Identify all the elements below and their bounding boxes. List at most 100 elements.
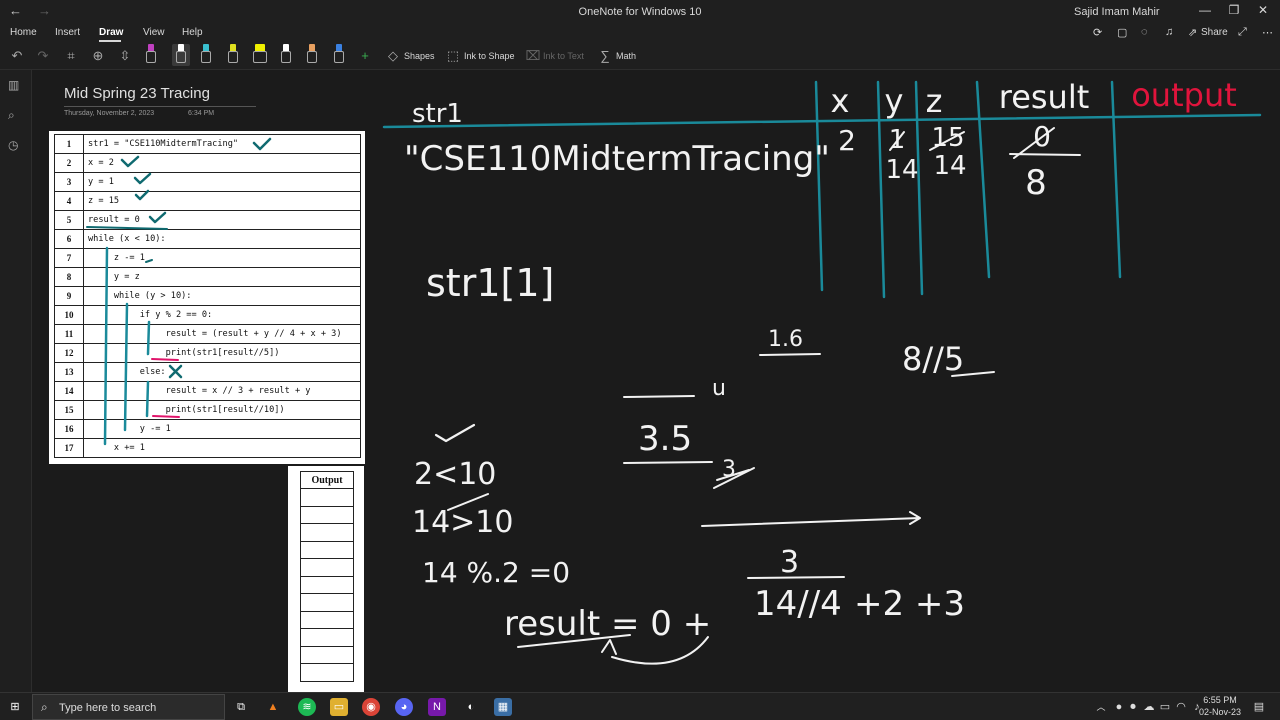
ink-col-y: y — [885, 82, 904, 120]
chrome-icon[interactable]: ◉ — [362, 698, 380, 716]
code-row: 4z = 15 — [54, 191, 361, 211]
add-space-icon[interactable]: ⊕ — [89, 48, 107, 64]
code-row: 12 print(str1[result//5]) — [54, 343, 361, 363]
output-cell — [300, 593, 354, 612]
tab-draw[interactable]: Draw — [99, 27, 123, 38]
notification-icon[interactable]: ▤ — [1250, 698, 1268, 716]
output-cell — [300, 610, 354, 629]
code-line: result = (result + y // 4 + x + 3) — [83, 324, 361, 344]
title-underline — [64, 106, 256, 107]
var-table-vline — [914, 80, 924, 296]
vlc-icon[interactable]: ▲ — [264, 698, 282, 716]
output-cell — [300, 558, 354, 577]
pen-blue[interactable] — [333, 44, 345, 66]
ink-frac-16: 1.6 — [768, 327, 803, 352]
strike-result — [1013, 127, 1055, 159]
ink-to-shape-icon[interactable]: ⬚ — [444, 48, 462, 64]
output-row — [300, 593, 354, 612]
recent-icon[interactable]: ◷ — [8, 138, 18, 152]
ink-to-shape-button[interactable]: Ink to Shape — [464, 51, 515, 61]
frac-line — [951, 371, 995, 377]
math-icon[interactable]: ∑ — [596, 48, 614, 63]
add-pen-icon[interactable]: + — [356, 48, 374, 63]
tab-insert[interactable]: Insert — [55, 27, 80, 38]
line-number: 8 — [54, 267, 84, 287]
pen-cyan[interactable] — [200, 44, 212, 66]
eraser-icon[interactable]: ⇳ — [116, 48, 134, 64]
close-button[interactable]: ✕ — [1248, 3, 1278, 17]
tab-home[interactable]: Home — [10, 27, 37, 38]
ink-cond2: 14>10 — [412, 505, 513, 540]
pen-yellow[interactable] — [227, 44, 239, 66]
code-line: print(str1[result//10]) — [83, 400, 361, 420]
pen-white-selected[interactable] — [172, 44, 190, 66]
search-icon[interactable]: ⌕ — [8, 108, 15, 123]
lasso-select-icon[interactable]: ⌗ — [62, 48, 80, 64]
restore-button[interactable]: ❐ — [1219, 3, 1249, 17]
code-line: y -= 1 — [83, 419, 361, 439]
ink-to-text-icon[interactable]: ⌧ — [524, 48, 542, 64]
pen-purple[interactable] — [145, 44, 157, 66]
line-number: 3 — [54, 172, 84, 192]
page-canvas[interactable]: Mid Spring 23 Tracing Thursday, November… — [32, 70, 1280, 692]
lightbulb-icon[interactable]: ◌ — [1141, 26, 1148, 38]
tab-view[interactable]: View — [143, 27, 165, 38]
output-cell — [300, 540, 354, 559]
shapes-icon[interactable]: ◇ — [384, 48, 402, 64]
taskbar-search[interactable]: ⌕ Type here to search — [32, 694, 225, 720]
pen-orange[interactable] — [306, 44, 318, 66]
notebooks-icon[interactable]: ▥ — [8, 78, 19, 92]
output-image[interactable]: Output — [288, 466, 364, 692]
output-cell — [300, 645, 354, 664]
sync-icon[interactable]: ⟳ — [1093, 26, 1102, 39]
code-row: 6 while (x < 10): — [54, 229, 361, 249]
share-button[interactable]: Share — [1201, 27, 1228, 38]
discord-icon[interactable]: ◕ — [395, 698, 413, 716]
task-view-icon[interactable]: ⧉ — [232, 698, 250, 716]
minimize-button[interactable]: — — [1190, 3, 1220, 17]
ribbon-tabs: Home Insert Draw View Help ⟳ ▢ ◌ ♫ ⇗ Sha… — [0, 24, 1280, 42]
app-icon[interactable]: ◐ — [462, 698, 480, 716]
line-number: 7 — [54, 248, 84, 268]
taskbar: ⊞ ⌕ Type here to search ⧉ ▲ ≋ ▭ ◉ ◕ N ◐ … — [0, 692, 1280, 720]
line-number: 12 — [54, 343, 84, 363]
ink-to-text-button[interactable]: Ink to Text — [543, 51, 584, 61]
check-mark-ink — [434, 423, 476, 443]
code-row: 1 str1 = "CSE110MidtermTracing" — [54, 134, 361, 154]
page-title[interactable]: Mid Spring 23 Tracing — [64, 85, 210, 102]
tray-chevron-icon[interactable]: ︿ — [1092, 698, 1110, 716]
file-explorer-icon[interactable]: ▭ — [330, 698, 348, 716]
tray-date[interactable]: 02-Nov-23 — [1198, 707, 1242, 717]
feedback-icon[interactable]: ▢ — [1117, 26, 1127, 39]
code-row: 15 print(str1[result//10]) — [54, 400, 361, 420]
arrow-right — [701, 511, 921, 527]
bell-icon[interactable]: ♫ — [1165, 26, 1173, 38]
code-image[interactable]: 1 str1 = "CSE110MidtermTracing" 2 x = 23y =… — [49, 131, 365, 464]
pen-white[interactable] — [280, 44, 292, 66]
tray-time[interactable]: 6:55 PM — [1198, 695, 1242, 705]
shapes-button[interactable]: Shapes — [404, 51, 435, 61]
line-number: 1 — [54, 134, 84, 154]
highlighter-yellow[interactable] — [252, 44, 268, 66]
output-row — [300, 575, 354, 594]
code-row: 14 result = x // 3 + result + y — [54, 381, 361, 401]
spotify-icon[interactable]: ≋ — [298, 698, 316, 716]
calculator-icon[interactable]: ▦ — [494, 698, 512, 716]
search-input[interactable]: Type here to search — [59, 702, 156, 714]
expand-icon[interactable]: ⤢ — [1238, 26, 1247, 39]
code-line: if y % 2 == 0: — [83, 305, 361, 325]
var-table-hline — [382, 113, 1262, 129]
undo-icon[interactable]: ↶ — [8, 48, 26, 64]
onenote-icon[interactable]: N — [428, 698, 446, 716]
math-button[interactable]: Math — [616, 51, 636, 61]
user-name[interactable]: Sajid Imam Mahir — [1074, 6, 1160, 18]
more-icon[interactable]: ⋯ — [1262, 26, 1273, 39]
start-icon[interactable]: ⊞ — [6, 698, 24, 716]
ink-y-old: 1 — [889, 125, 906, 155]
output-header: Output — [300, 471, 354, 489]
redo-icon[interactable]: ↷ — [34, 48, 52, 64]
code-line: result = x // 3 + result + y — [83, 381, 361, 401]
tab-help[interactable]: Help — [182, 27, 203, 38]
share-icon[interactable]: ⇗ — [1188, 26, 1197, 39]
page-time: 6:34 PM — [188, 110, 215, 117]
